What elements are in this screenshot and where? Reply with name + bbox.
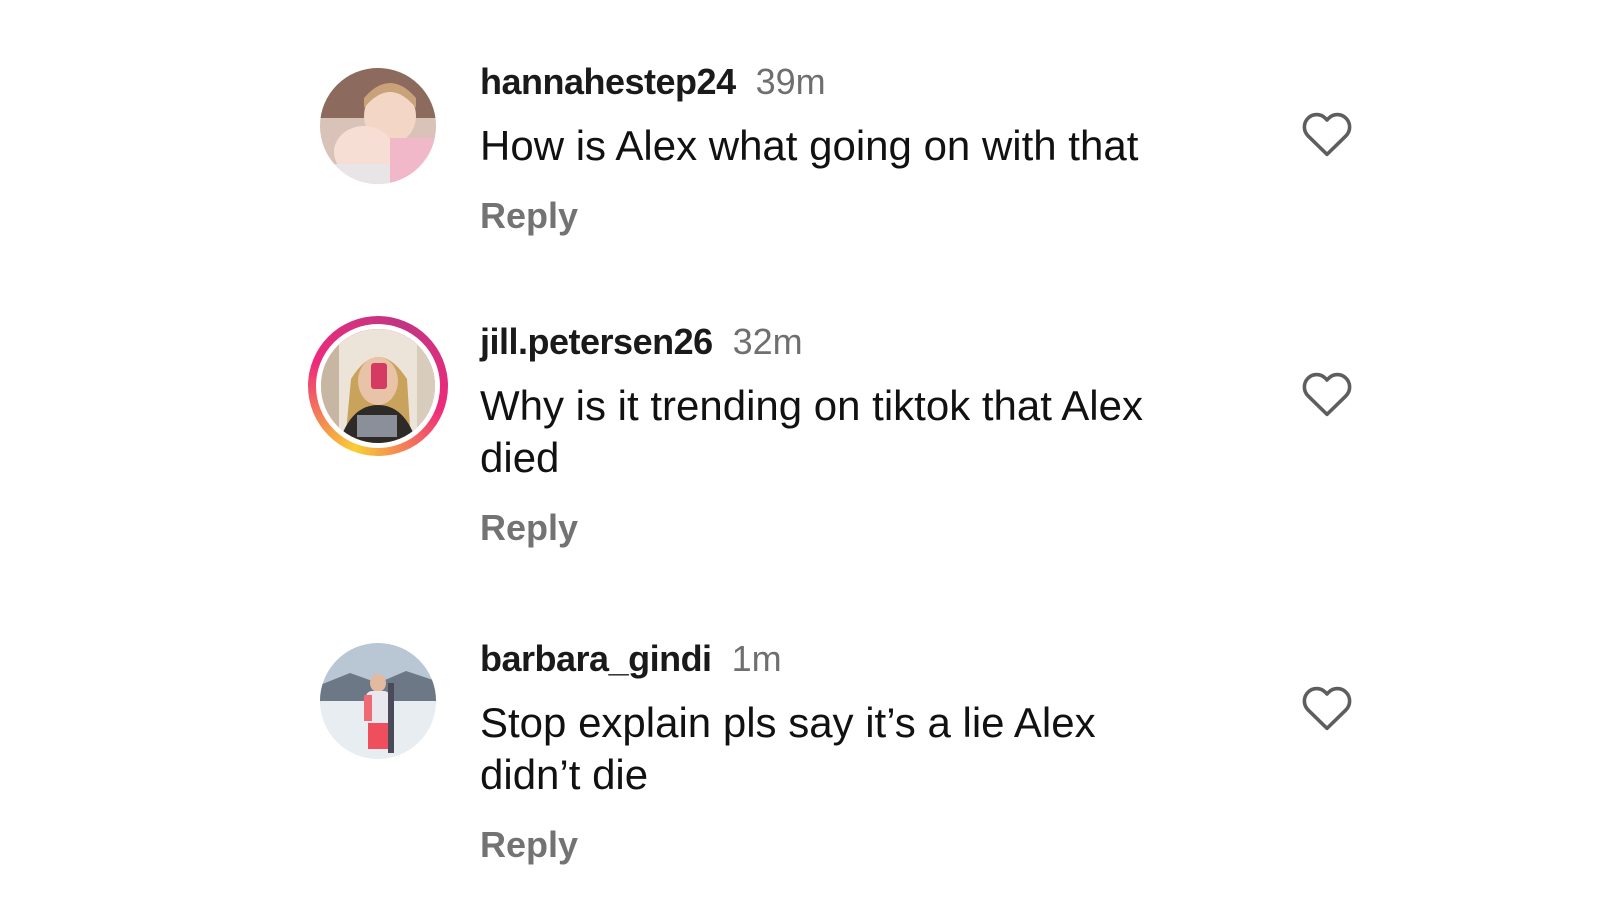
timestamp: 1m [731,638,782,679]
avatar-story-ring[interactable] [308,316,448,456]
heart-outline-icon[interactable] [1300,108,1354,158]
comment-body: barbara_gindi 1m Stop explain pls say it’… [480,637,1200,867]
avatar[interactable] [320,68,436,184]
username[interactable]: hannahestep24 [480,61,736,102]
avatar-image [320,68,436,184]
reply-button[interactable]: Reply [480,194,1200,238]
heart-outline-icon[interactable] [1300,682,1354,732]
avatar[interactable] [320,643,436,759]
comment-meta: hannahestep24 39m [480,60,1200,104]
comment-meta: barbara_gindi 1m [480,637,1200,681]
avatar [316,324,440,448]
comment-body: hannahestep24 39m How is Alex what going … [480,60,1200,238]
comment-text: How is Alex what going on with that [480,122,1139,169]
timestamp: 32m [732,321,803,362]
timestamp: 39m [755,61,826,102]
comment-body: jill.petersen26 32m Why is it trending on… [480,320,1200,550]
comment-text: Stop explain pls say it’s a lie Alex did… [480,699,1096,798]
username[interactable]: jill.petersen26 [480,321,713,362]
username[interactable]: barbara_gindi [480,638,712,679]
avatar-image [320,643,436,759]
reply-button[interactable]: Reply [480,823,1200,867]
reply-button[interactable]: Reply [480,506,1200,550]
comment-text: Why is it trending on tiktok that Alex d… [480,382,1143,481]
heart-outline-icon[interactable] [1300,368,1354,418]
comment-meta: jill.petersen26 32m [480,320,1200,364]
